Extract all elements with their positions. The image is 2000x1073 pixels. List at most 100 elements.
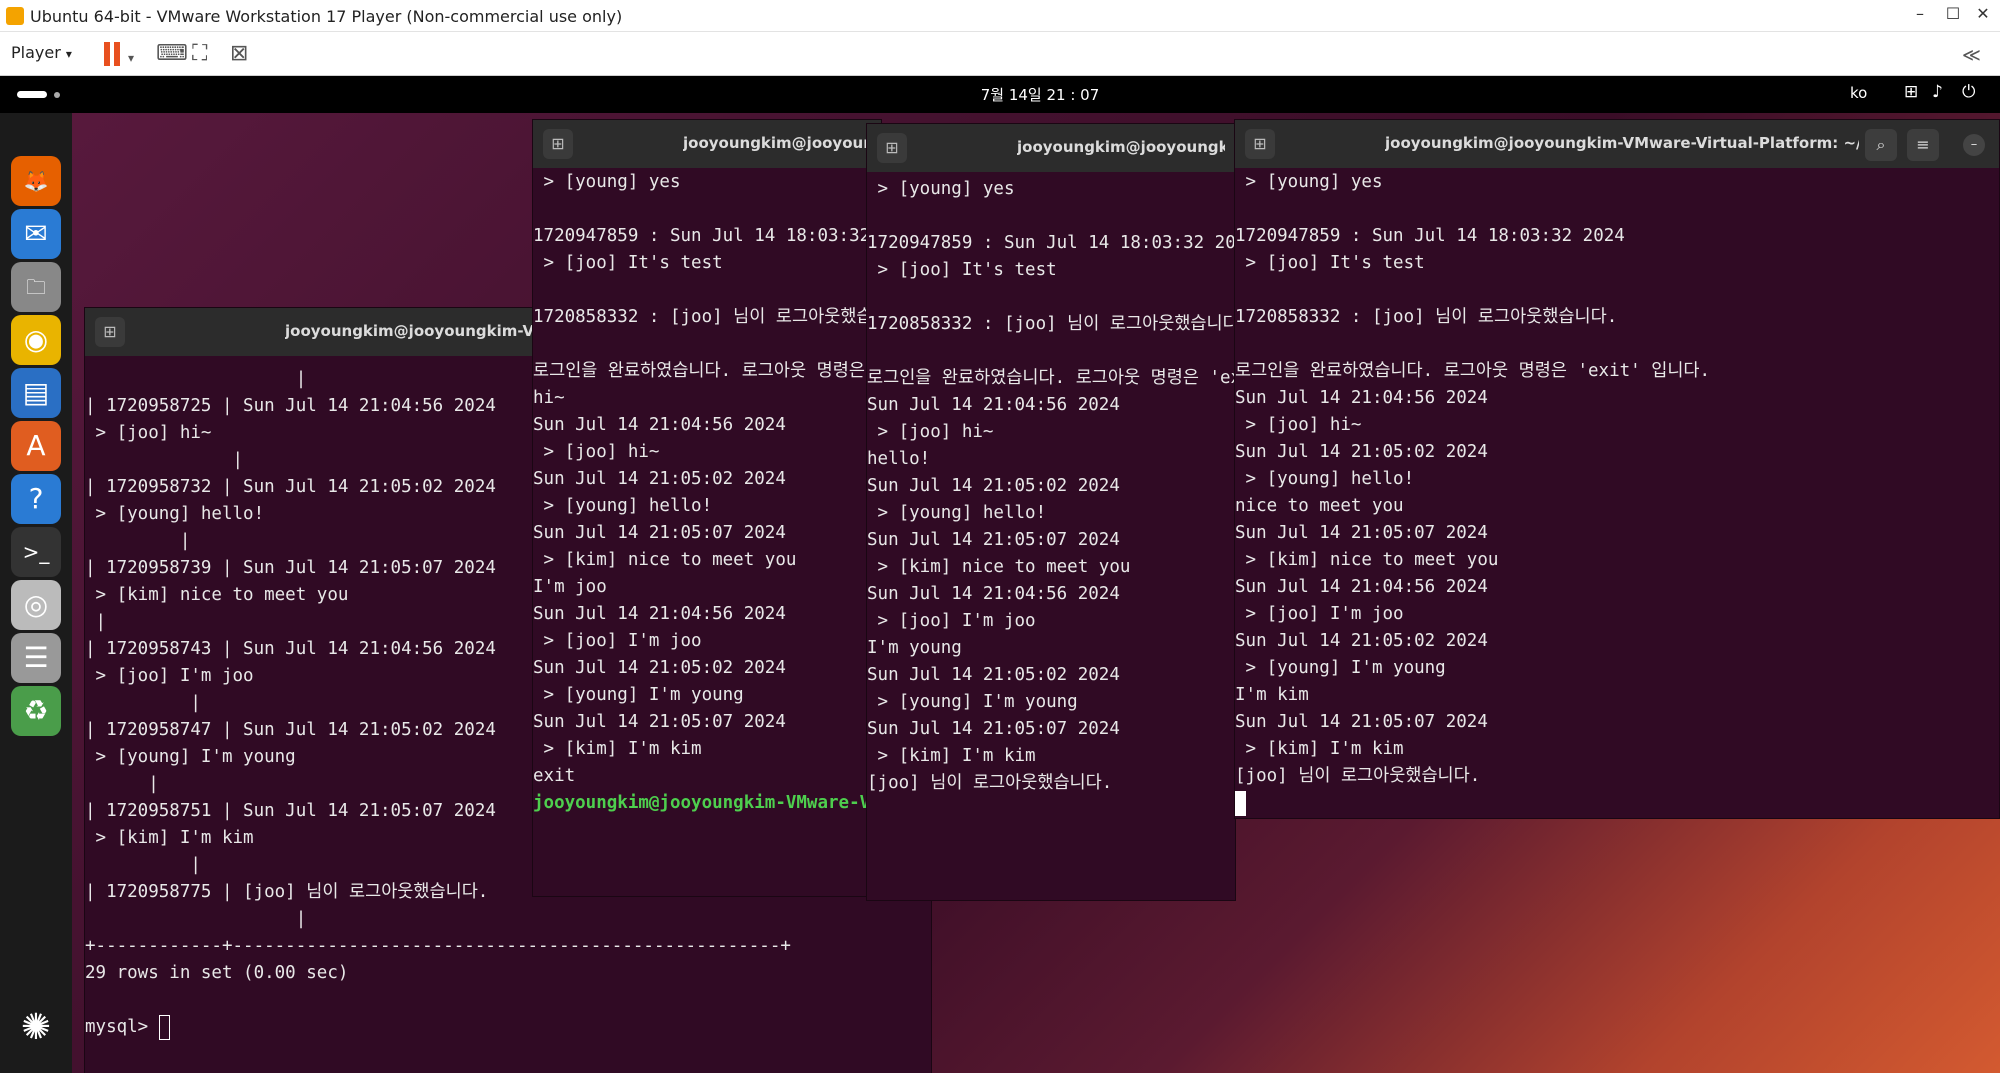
terminal-line: > [young] yes: [867, 179, 1015, 199]
terminal-title: jooyoungkim@jooyoungkim-VMware-Virtual-P…: [683, 134, 871, 152]
terminal-window-joo[interactable]: ⊞ jooyoungkim@jooyoungkim-VMware-Virtual…: [532, 119, 882, 897]
terminal-line: I'm young: [867, 638, 962, 658]
terminal-line: nice to meet you: [1235, 496, 1404, 516]
terminal-line: > [kim] I'm kim: [533, 739, 702, 759]
terminal-line: > [joo] It's test: [533, 253, 723, 273]
terminal-line: Sun Jul 14 21:04:56 2024: [1235, 577, 1488, 597]
search-icon[interactable]: ⌕: [1865, 129, 1897, 161]
terminal-line: 1720858332 : [joo] 님이 로그아웃했습니다.: [533, 307, 881, 327]
terminal-line: +------------+--------------------------…: [85, 936, 791, 956]
rhythmbox-icon[interactable]: ◉: [11, 315, 61, 365]
close-button[interactable]: ✕: [1968, 4, 1998, 23]
terminal-line: mysql>: [85, 1014, 931, 1041]
terminal-title: jooyoungkim@jooyoungkim-VMware-Virtual-P…: [1017, 138, 1225, 156]
chevron-down-icon: ▾: [65, 47, 72, 61]
collapse-toolbar-icon[interactable]: ≪: [1962, 43, 1981, 69]
fullscreen-icon[interactable]: ⛶: [192, 41, 207, 67]
ubuntu-desktop: 7월 14일 21 : 07 ko ⊞ ♪ ⏻ 🦊 ✉ 🗀 ◉ ▤ A? >_ ◎ ☰ ♻ ✺ ⊞ …: [0, 76, 2000, 1073]
terminal-header: ⊞ jooyoungkim@jooyoungkim-VMware-Virtual…: [533, 120, 881, 168]
terminal-line: > [young] hello!: [1235, 469, 1415, 489]
show-apps-icon[interactable]: ✺: [11, 1003, 61, 1053]
terminal-icon[interactable]: >_: [11, 527, 61, 577]
terminal-output[interactable]: > [young] yes 1720947859 : Sun Jul 14 18:…: [867, 172, 1235, 900]
workspace-indicator: [54, 92, 60, 98]
terminal-line: Sun Jul 14 21:05:07 2024: [533, 712, 786, 732]
vmware-title-bar: Ubuntu 64-bit - VMware Workstation 17 Pl…: [0, 0, 2000, 32]
terminal-line: > [young] yes: [533, 172, 681, 192]
text-editor-icon[interactable]: ☰: [11, 633, 61, 683]
firefox-icon[interactable]: 🦊: [11, 156, 61, 206]
terminal-header: ⊞ jooyoungkim@jooyoungkim-VMware-Virtual…: [1235, 120, 1999, 168]
trash-icon[interactable]: ♻: [11, 686, 61, 736]
prompt-text: jooyoungkim@jooyoungkim-VMware-Virtual-P…: [533, 793, 881, 813]
menu-icon[interactable]: ≡: [1907, 129, 1939, 161]
terminal-line: > [joo] It's test: [1235, 253, 1425, 273]
terminal-window-young[interactable]: ⊞ jooyoungkim@jooyoungkim-VMware-Virtual…: [866, 123, 1236, 901]
send-ctrl-alt-del-icon[interactable]: ⌨: [156, 41, 188, 67]
terminal-header: ⊞ jooyoungkim@jooyoungkim-VMware-Virtual…: [867, 124, 1235, 172]
minimize-button[interactable]: –: [1905, 4, 1935, 23]
power-icon[interactable]: ⏻: [1962, 82, 1975, 102]
disc-icon[interactable]: ◎: [11, 580, 61, 630]
terminal-line: Sun Jul 14 21:05:07 2024: [867, 530, 1120, 550]
terminal-window-kim[interactable]: ⊞ jooyoungkim@jooyoungkim-VMware-Virtual…: [1234, 119, 2000, 819]
chevron-down-icon[interactable]: ▾: [128, 45, 134, 71]
new-tab-icon[interactable]: ⊞: [877, 133, 907, 163]
new-tab-icon[interactable]: ⊞: [95, 317, 125, 347]
terminal-line: exit: [533, 766, 576, 786]
volume-icon[interactable]: ♪: [1932, 82, 1943, 102]
terminal-line: Sun Jul 14 21:05:02 2024: [1235, 442, 1488, 462]
clock[interactable]: 7월 14일 21 : 07: [960, 84, 1120, 105]
terminal-line: > [joo] hi~: [1235, 415, 1362, 435]
terminal-line: > [kim] nice to meet you: [867, 557, 1131, 577]
new-tab-icon[interactable]: ⊞: [1245, 129, 1275, 159]
terminal-line: 1720947859 : Sun Jul 14 18:03:32 2024: [533, 226, 881, 246]
terminal-line: hello!: [867, 449, 931, 469]
new-tab-icon[interactable]: ⊞: [543, 129, 573, 159]
terminal-line: Sun Jul 14 21:05:02 2024: [867, 476, 1120, 496]
pause-icon[interactable]: [104, 42, 120, 66]
terminal-line: Sun Jul 14 21:05:07 2024: [533, 523, 786, 543]
terminal-output[interactable]: > [young] yes 1720947859 : Sun Jul 14 18:…: [1235, 168, 1999, 818]
player-menu[interactable]: Player ▾: [11, 43, 72, 62]
terminal-line: Sun Jul 14 21:05:07 2024: [867, 719, 1120, 739]
terminal-line: > [joo] I'm joo: [1235, 604, 1404, 624]
terminal-line: > [young] hello!: [867, 503, 1047, 523]
vmware-toolbar: Player ▾ ▾ ⌨ ⛶ ⊠ ≪: [0, 32, 2000, 76]
network-icon[interactable]: ⊞: [1904, 82, 1918, 102]
input-line[interactable]: [1235, 790, 1999, 817]
app-center-icon[interactable]: A: [11, 421, 61, 471]
vmware-window-title: Ubuntu 64-bit - VMware Workstation 17 Pl…: [30, 7, 623, 26]
dock: 🦊 ✉ 🗀 ◉ ▤ A? >_ ◎ ☰ ♻ ✺: [0, 113, 72, 1073]
thunderbird-icon[interactable]: ✉: [11, 209, 61, 259]
help-icon[interactable]: ?: [11, 474, 61, 524]
terminal-line: Sun Jul 14 21:05:07 2024: [1235, 523, 1488, 543]
terminal-title: jooyoungkim@jooyoungkim-VMware-Virtual-P…: [1385, 134, 1859, 152]
terminal-line: Sun Jul 14 21:04:56 2024: [867, 584, 1120, 604]
terminal-line: [joo] 님이 로그아웃했습니다.: [1235, 766, 1481, 786]
files-icon[interactable]: 🗀: [11, 262, 61, 312]
terminal-line: > [joo] I'm joo: [533, 631, 702, 651]
terminal-line: 로그인을 완료하였습니다. 로그아웃 명령은 'exit' 입니다.: [1235, 361, 1711, 381]
terminal-line: > [young] I'm young: [1235, 658, 1446, 678]
input-language-indicator[interactable]: ko: [1850, 84, 1867, 102]
terminal-line: 로그인을 완료하였습니다. 로그아웃 명령은 'exit' 입니다.: [867, 368, 1235, 388]
unity-icon[interactable]: ⊠: [230, 41, 248, 67]
terminal-line: Sun Jul 14 21:04:56 2024: [533, 604, 786, 624]
terminal-line: [joo] 님이 로그아웃했습니다.: [867, 773, 1113, 793]
minimize-icon[interactable]: –: [1963, 134, 1985, 156]
maximize-button[interactable]: ☐: [1938, 4, 1968, 23]
terminal-line: Sun Jul 14 21:04:56 2024: [533, 415, 786, 435]
terminal-line: > [joo] hi~: [867, 422, 994, 442]
terminal-line: I'm kim: [1235, 685, 1309, 705]
terminal-line: Sun Jul 14 21:04:56 2024: [867, 395, 1120, 415]
terminal-output[interactable]: > [young] yes 1720947859 : Sun Jul 14 18:…: [533, 168, 881, 896]
activities-button[interactable]: [17, 91, 47, 98]
writer-icon[interactable]: ▤: [11, 368, 61, 418]
